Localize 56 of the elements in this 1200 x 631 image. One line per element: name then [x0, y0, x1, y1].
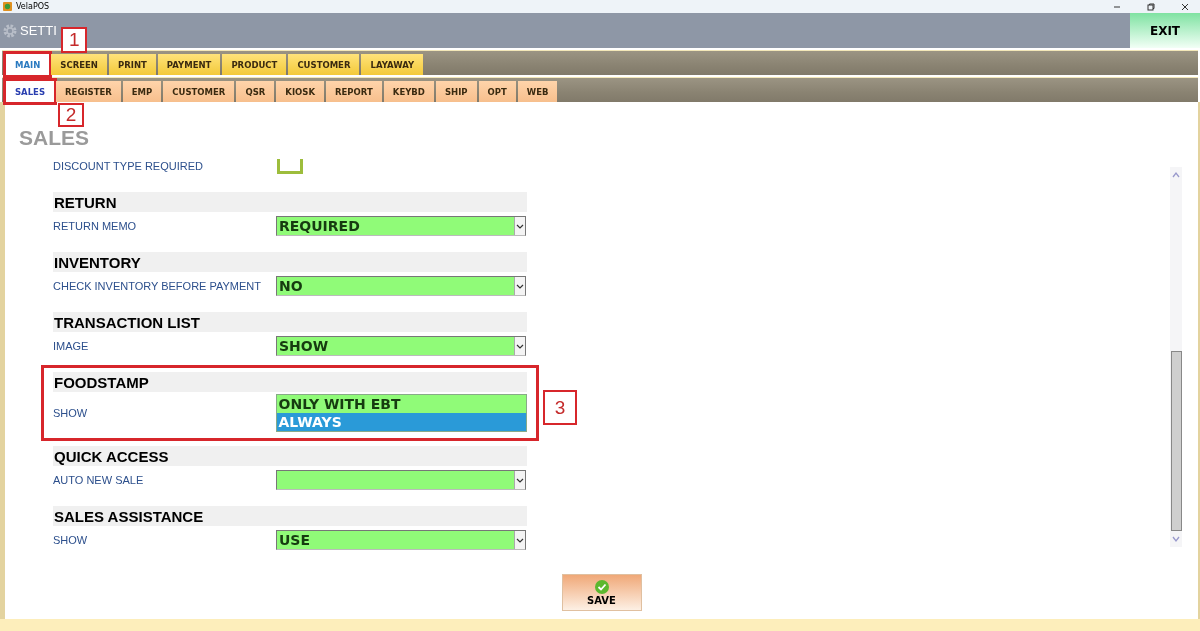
- tab[interactable]: CUSTOMER: [288, 54, 360, 75]
- tab[interactable]: REPORT: [326, 81, 382, 102]
- section-title: TRANSACTION LIST: [53, 312, 527, 332]
- restore-icon[interactable]: [1147, 2, 1155, 11]
- checkbox[interactable]: [277, 158, 303, 174]
- setting-label: IMAGE: [53, 340, 90, 352]
- tab[interactable]: PRODUCT: [222, 54, 287, 75]
- tab[interactable]: LAYAWAY: [361, 54, 424, 75]
- screen-title: SETTI: [20, 23, 58, 38]
- annotation-number: 3: [543, 390, 577, 425]
- app-icon: [3, 2, 12, 11]
- dropdown[interactable]: REQUIRED: [276, 216, 526, 236]
- tab[interactable]: SCREEN: [51, 54, 107, 75]
- caret-icon[interactable]: [514, 471, 525, 489]
- check-icon: [594, 579, 609, 594]
- gear-icon: [2, 22, 18, 39]
- annotation-number: 1: [61, 27, 88, 53]
- dropdown[interactable]: [276, 470, 526, 490]
- dropdown[interactable]: SHOW: [276, 336, 526, 356]
- setting-label: RETURN MEMO: [53, 220, 138, 232]
- setting-label: CHECK INVENTORY BEFORE PAYMENT: [53, 280, 263, 292]
- caret-icon[interactable]: [514, 277, 525, 295]
- section-title: INVENTORY: [53, 252, 527, 272]
- exit-button[interactable]: EXIT: [1130, 13, 1200, 48]
- dropdown[interactable]: USE: [276, 530, 526, 550]
- setting-label: AUTO NEW SALE: [53, 474, 145, 486]
- caret-icon[interactable]: [514, 337, 525, 355]
- caret-icon[interactable]: [514, 217, 525, 235]
- tab[interactable]: OPT: [478, 81, 516, 102]
- dropdown[interactable]: NO: [276, 276, 526, 296]
- tab[interactable]: PAYMENT: [157, 54, 221, 75]
- tab[interactable]: SALES: [6, 81, 55, 102]
- tab[interactable]: CUSTOMER: [163, 81, 235, 102]
- tab[interactable]: EMP: [122, 81, 162, 102]
- close-icon[interactable]: [1181, 2, 1189, 11]
- setting-label: SHOW: [53, 407, 89, 419]
- tab[interactable]: SHIP: [435, 81, 477, 102]
- page-title: SALES: [19, 126, 89, 149]
- dropdown-option[interactable]: ONLY WITH EBT: [276, 395, 526, 413]
- tab[interactable]: WEB: [517, 81, 558, 102]
- save-button[interactable]: SAVE: [561, 574, 642, 611]
- window-title: VelaPOS: [16, 2, 51, 11]
- tab[interactable]: QSR: [236, 81, 275, 102]
- setting-label: DISCOUNT TYPE REQUIRED: [53, 160, 204, 172]
- caret-icon[interactable]: [514, 531, 525, 549]
- annotation-number: 2: [58, 103, 85, 127]
- tab[interactable]: KEYBD: [383, 81, 434, 102]
- tab[interactable]: PRINT: [108, 54, 156, 75]
- tab[interactable]: REGISTER: [56, 81, 121, 102]
- section-title: SALES ASSISTANCE: [53, 506, 527, 526]
- section-title: QUICK ACCESS: [53, 446, 527, 466]
- setting-label: SHOW: [53, 534, 89, 546]
- tab[interactable]: MAIN: [6, 54, 50, 75]
- section-title: FOODSTAMP: [53, 372, 527, 392]
- section-title: RETURN: [53, 192, 527, 212]
- tab[interactable]: KIOSK: [276, 81, 324, 102]
